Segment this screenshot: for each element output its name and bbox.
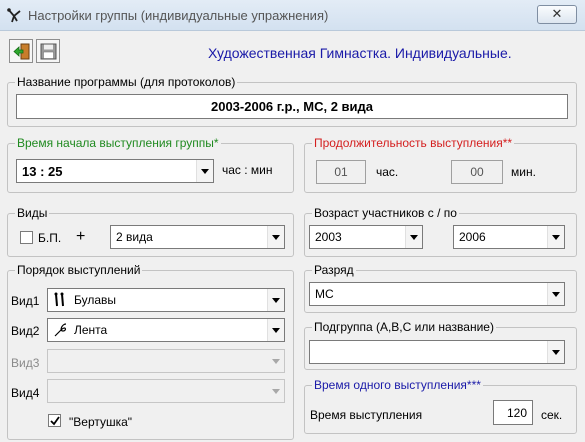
age-legend: Возраст участников с / по — [312, 206, 459, 220]
rank-value: МС — [315, 287, 334, 301]
save-button[interactable] — [36, 39, 60, 63]
chevron-down-icon[interactable] — [267, 350, 284, 372]
bp-label: Б.П. — [38, 231, 62, 245]
order-legend: Порядок выступлений — [15, 263, 143, 277]
start-time-legend: Время начала выступления группы* — [15, 136, 221, 150]
duration-legend: Продолжительность выступления** — [312, 136, 515, 150]
age-group: Возраст участников с / по 2003 2006 — [304, 206, 577, 257]
performance-time-value: 120 — [506, 406, 527, 420]
program-name-value: 2003-2006 г.р., МС, 2 вида — [210, 99, 374, 114]
spinner-checkbox[interactable] — [48, 414, 61, 427]
exit-button[interactable] — [9, 39, 33, 63]
chevron-down-icon[interactable] — [267, 226, 284, 248]
order-row-2-label: Вид2 — [11, 324, 40, 338]
subgroup-group: Подгруппа (А,В,С или название) — [304, 320, 577, 370]
order-row-1-select[interactable]: Булавы — [47, 288, 285, 312]
chevron-down-icon[interactable] — [196, 160, 213, 182]
subgroup-legend: Подгруппа (А,В,С или название) — [312, 320, 496, 334]
subgroup-select[interactable] — [309, 340, 565, 364]
duration-minutes-label: мин. — [511, 165, 536, 179]
chevron-down-icon[interactable] — [547, 341, 564, 363]
order-row-2-value: Лента — [74, 323, 108, 337]
program-name-group: Название программы (для протоколов) 2003… — [7, 75, 577, 127]
chevron-down-icon[interactable] — [405, 226, 422, 248]
age-from-value: 2003 — [315, 230, 342, 244]
duration-hours-field: 01 — [316, 160, 366, 184]
age-from-select[interactable]: 2003 — [309, 225, 423, 249]
start-time-value: 13 : 25 — [22, 164, 63, 179]
order-group: Порядок выступлений Вид1 Булавы Вид2 Лен… — [7, 263, 294, 440]
performance-time-legend: Время одного выступления*** — [312, 378, 483, 392]
performance-time-label: Время выступления — [310, 408, 423, 422]
close-button[interactable]: ✕ — [537, 5, 577, 24]
program-name-legend: Название программы (для протоколов) — [15, 75, 238, 89]
header-title: Художественная Гимнастка. Индивидуальные… — [208, 45, 512, 61]
close-icon: ✕ — [551, 7, 563, 22]
order-row-2-select[interactable]: Лента — [47, 318, 285, 342]
duration-group: Продолжительность выступления** 01 час. … — [304, 136, 577, 193]
gymnast-app-icon — [6, 7, 22, 23]
spinner-label: "Вертушка" — [69, 415, 133, 429]
clubs-icon — [53, 292, 67, 311]
order-row-3-select[interactable] — [47, 349, 285, 373]
chevron-down-icon[interactable] — [267, 380, 284, 402]
performance-time-input[interactable]: 120 — [493, 400, 533, 425]
plus-sign: + — [76, 228, 86, 245]
window-title: Настройки группы (индивидуальные упражне… — [28, 8, 329, 23]
rank-select[interactable]: МС — [309, 282, 565, 306]
start-time-select[interactable]: 13 : 25 — [16, 159, 214, 183]
events-select[interactable]: 2 вида — [110, 225, 285, 249]
checkmark-icon — [50, 416, 60, 426]
events-legend: Виды — [15, 206, 50, 220]
program-name-field[interactable]: 2003-2006 г.р., МС, 2 вида — [16, 94, 568, 119]
start-time-unit-label: час : мин — [222, 163, 273, 177]
window-title-bar: Настройки группы (индивидуальные упражне… — [0, 0, 585, 31]
age-to-value: 2006 — [459, 230, 486, 244]
events-select-value: 2 вида — [116, 230, 153, 244]
duration-minutes-field: 00 — [451, 160, 503, 184]
order-row-3-label: Вид3 — [11, 356, 40, 370]
chevron-down-icon[interactable] — [547, 283, 564, 305]
performance-time-unit: сек. — [541, 408, 563, 422]
chevron-down-icon[interactable] — [267, 289, 284, 311]
start-time-group: Время начала выступления группы* 13 : 25… — [7, 136, 294, 193]
dialog-body: Художественная Гимнастка. Индивидуальные… — [0, 31, 585, 442]
rank-group: Разряд МС — [304, 263, 577, 313]
rank-legend: Разряд — [312, 263, 356, 277]
performance-time-group: Время одного выступления*** Время выступ… — [304, 378, 577, 434]
order-row-4-select[interactable] — [47, 379, 285, 403]
chevron-down-icon[interactable] — [267, 319, 284, 341]
chevron-down-icon[interactable] — [547, 226, 564, 248]
age-to-select[interactable]: 2006 — [453, 225, 565, 249]
order-row-4-label: Вид4 — [11, 386, 40, 400]
ribbon-icon — [53, 322, 69, 341]
bp-checkbox[interactable] — [20, 231, 33, 244]
order-row-1-label: Вид1 — [11, 294, 40, 308]
duration-hours-label: час. — [376, 165, 399, 179]
events-group: Виды Б.П. + 2 вида — [7, 206, 294, 257]
order-row-1-value: Булавы — [74, 293, 117, 307]
